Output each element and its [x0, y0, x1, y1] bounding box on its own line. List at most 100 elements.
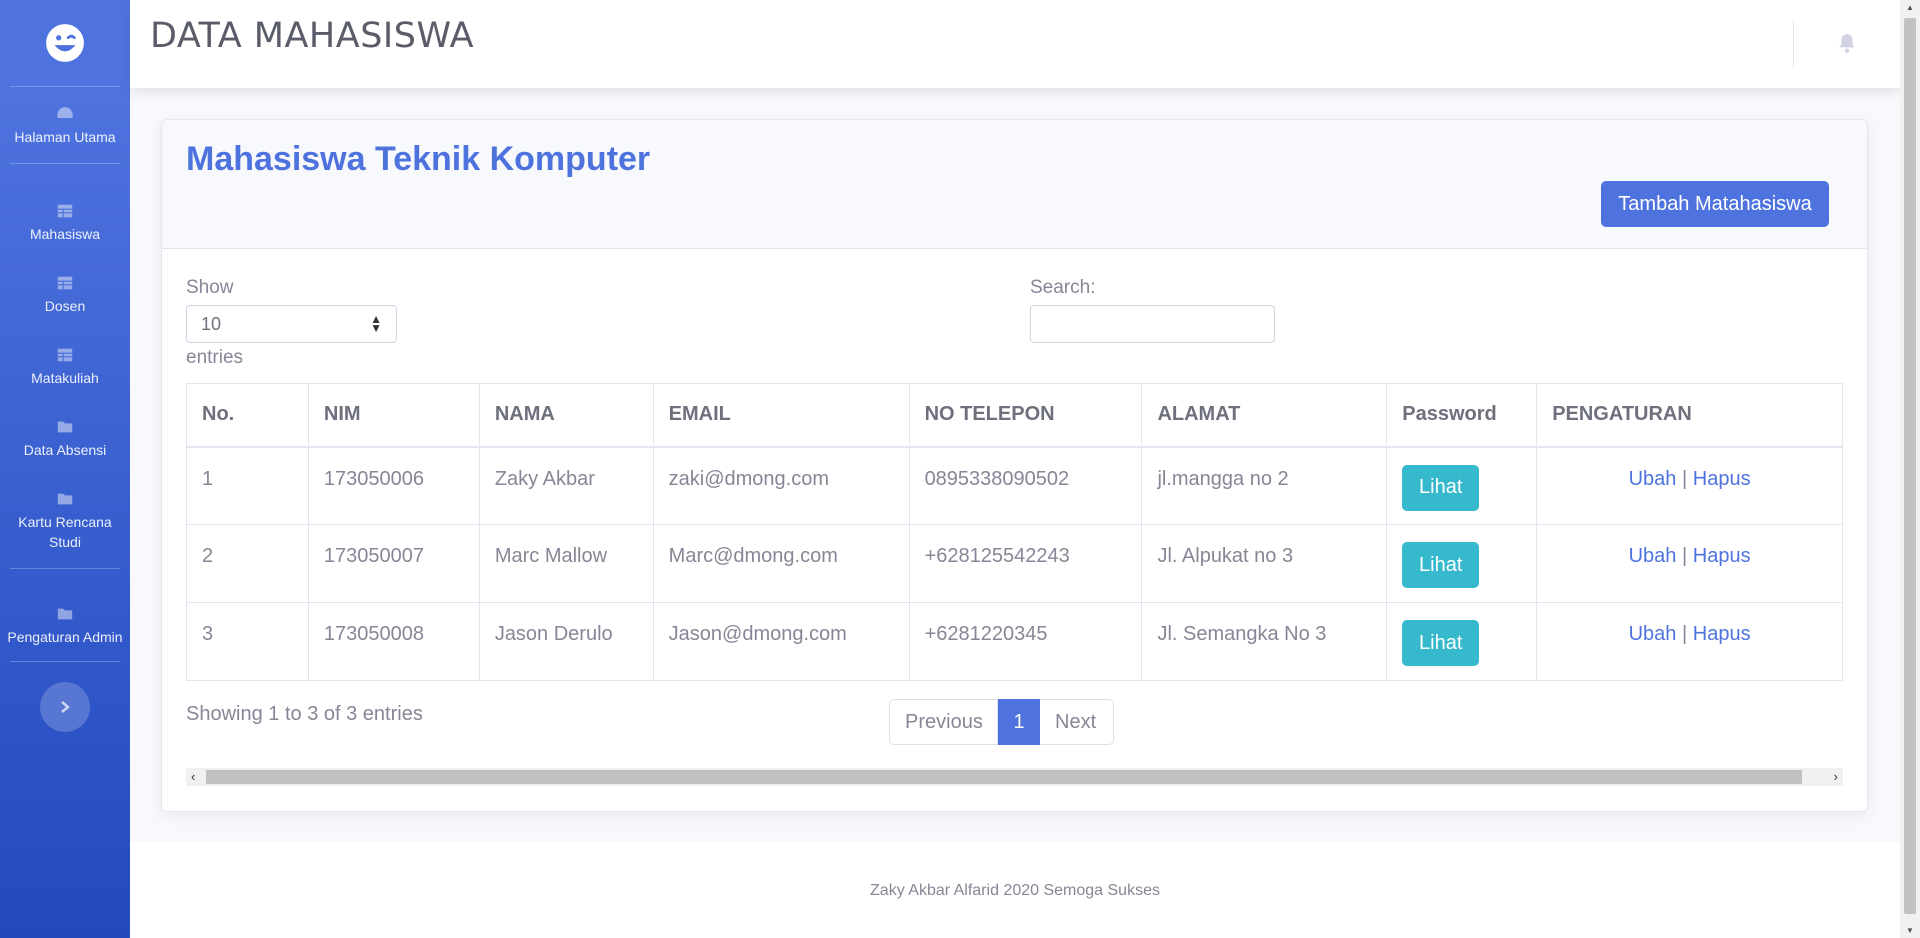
- link-separator: |: [1681, 545, 1688, 567]
- sidebar-item-halaman-utama[interactable]: Halaman Utama: [0, 87, 130, 163]
- card-header: Mahasiswa Teknik Komputer Tambah Matahas…: [162, 120, 1867, 249]
- cell-nama: Marc Mallow: [478, 524, 654, 603]
- table-icon: [57, 348, 73, 362]
- cell-nama: Zaky Akbar: [478, 446, 654, 525]
- table-icon: [57, 204, 73, 218]
- sidebar: Halaman Utama Mahasiswa Dosen Matakuliah…: [0, 0, 130, 938]
- page-button-current[interactable]: 1: [998, 699, 1040, 745]
- mahasiswa-table: No. NIM NAMA EMAIL NO TELEPON ALAMAT Pas…: [186, 383, 1843, 681]
- column-header-pengaturan[interactable]: PENGATURAN: [1536, 383, 1843, 448]
- cell-telepon: +628125542243: [908, 524, 1143, 603]
- hapus-link[interactable]: Hapus: [1693, 545, 1751, 567]
- bell-icon[interactable]: [1836, 32, 1858, 54]
- topbar: DATA MAHASISWA: [130, 0, 1900, 88]
- ubah-link[interactable]: Ubah: [1629, 468, 1677, 490]
- vertical-scrollbar-thumb[interactable]: [1904, 18, 1916, 914]
- topbar-divider: [1793, 20, 1794, 68]
- page-title: DATA MAHASISWA: [150, 16, 475, 56]
- cell-no: 2: [186, 524, 309, 603]
- next-page-button[interactable]: Next: [1040, 699, 1114, 745]
- horizontal-scrollbar[interactable]: ‹ ›: [186, 768, 1843, 786]
- sidebar-item-kartu-rencana-studi[interactable]: Kartu Rencana Studi: [0, 478, 130, 568]
- table-icon: [57, 276, 73, 290]
- ubah-link[interactable]: Ubah: [1629, 623, 1677, 645]
- add-mahasiswa-button[interactable]: Tambah Matahasiswa: [1601, 181, 1829, 227]
- horizontal-scrollbar-thumb[interactable]: [206, 770, 1802, 784]
- column-header-nim[interactable]: NIM: [307, 383, 480, 448]
- search-label: Search:: [1030, 277, 1096, 298]
- hapus-link[interactable]: Hapus: [1693, 623, 1751, 645]
- folder-icon: [57, 608, 73, 620]
- card-title: Mahasiswa Teknik Komputer: [186, 140, 651, 178]
- table-row: 1 173050006 Zaky Akbar zaki@dmong.com 08…: [186, 446, 1843, 525]
- brand-logo[interactable]: [0, 0, 130, 86]
- cell-pengaturan: Ubah | Hapus: [1536, 446, 1843, 525]
- cell-password: Lihat: [1386, 602, 1538, 681]
- laugh-wink-icon: [46, 24, 84, 62]
- folder-icon: [57, 493, 73, 505]
- cell-email: zaki@dmong.com: [652, 446, 910, 525]
- previous-page-button[interactable]: Previous: [889, 699, 998, 745]
- chevron-right-icon: [61, 701, 70, 713]
- sidebar-item-label: Data Absensi: [23, 442, 107, 458]
- scroll-up-icon[interactable]: ▲: [1906, 3, 1914, 12]
- cell-pengaturan: Ubah | Hapus: [1536, 602, 1843, 681]
- entries-select[interactable]: 10 ▲ ▼: [186, 305, 397, 343]
- scroll-down-icon[interactable]: ▼: [1906, 926, 1914, 935]
- cell-no: 3: [186, 602, 309, 681]
- cell-telepon: +6281220345: [908, 602, 1143, 681]
- cell-alamat: jl.mangga no 2: [1141, 446, 1388, 525]
- search-input[interactable]: [1030, 305, 1275, 343]
- sidebar-item-dosen[interactable]: Dosen: [0, 262, 130, 328]
- footer: Zaky Akbar Alfarid 2020 Semoga Sukses: [130, 842, 1900, 938]
- cell-no: 1: [186, 446, 309, 525]
- column-header-no[interactable]: No.: [186, 383, 309, 448]
- cell-password: Lihat: [1386, 524, 1538, 603]
- sidebar-divider: [10, 661, 120, 662]
- cell-nama: Jason Derulo: [478, 602, 654, 681]
- entries-label: entries: [186, 347, 244, 368]
- lihat-password-button[interactable]: Lihat: [1402, 542, 1480, 588]
- mahasiswa-card: Mahasiswa Teknik Komputer Tambah Matahas…: [161, 119, 1868, 812]
- column-header-nama[interactable]: NAMA: [478, 383, 654, 448]
- cell-email: Marc@dmong.com: [652, 524, 910, 603]
- table-header-row: No. NIM NAMA EMAIL NO TELEPON ALAMAT Pas…: [186, 383, 1843, 448]
- cell-password: Lihat: [1386, 446, 1538, 525]
- cell-alamat: Jl. Alpukat no 3: [1141, 524, 1388, 603]
- vertical-scrollbar[interactable]: ▲ ▼: [1900, 0, 1920, 938]
- lihat-password-button[interactable]: Lihat: [1402, 464, 1480, 511]
- lihat-password-button[interactable]: Lihat: [1402, 620, 1480, 666]
- show-label: Show: [186, 277, 234, 298]
- sidebar-item-data-absensi[interactable]: Data Absensi: [0, 406, 130, 472]
- folder-icon: [57, 421, 73, 433]
- cell-pengaturan: Ubah | Hapus: [1536, 524, 1843, 603]
- pagination: Previous 1 Next: [889, 699, 1114, 745]
- column-header-telepon[interactable]: NO TELEPON: [908, 383, 1143, 448]
- column-header-alamat[interactable]: ALAMAT: [1141, 383, 1388, 448]
- column-header-email[interactable]: EMAIL: [652, 383, 910, 448]
- sidebar-divider: [10, 568, 120, 569]
- sidebar-item-label: Matakuliah: [31, 370, 99, 386]
- sidebar-item-label: Dosen: [44, 298, 86, 314]
- cell-nim: 173050007: [307, 524, 480, 603]
- ubah-link[interactable]: Ubah: [1629, 545, 1677, 567]
- entries-select-value: 10: [201, 314, 222, 334]
- sidebar-item-pengaturan-admin[interactable]: Pengaturan Admin: [0, 593, 130, 661]
- table-row: 3 173050008 Jason Derulo Jason@dmong.com…: [186, 602, 1843, 681]
- link-separator: |: [1681, 467, 1688, 490]
- sidebar-toggle-button[interactable]: [40, 682, 90, 732]
- sidebar-item-matakuliah[interactable]: Matakuliah: [0, 334, 130, 400]
- column-header-password[interactable]: Password: [1386, 383, 1538, 448]
- footer-text: Zaky Akbar Alfarid 2020 Semoga Sukses: [870, 882, 1160, 899]
- scroll-right-icon[interactable]: ›: [1834, 768, 1838, 786]
- hapus-link[interactable]: Hapus: [1693, 468, 1751, 490]
- cell-telepon: 0895338090502: [908, 446, 1143, 525]
- cell-nim: 173050006: [307, 446, 480, 525]
- link-separator: |: [1681, 623, 1688, 645]
- table-info: Showing 1 to 3 of 3 entries: [186, 703, 423, 725]
- sidebar-divider: [10, 163, 120, 164]
- scroll-left-icon[interactable]: ‹: [191, 768, 195, 786]
- sidebar-item-mahasiswa[interactable]: Mahasiswa: [0, 190, 130, 256]
- cell-nim: 173050008: [307, 602, 480, 681]
- sidebar-item-label: Halaman Utama: [14, 129, 116, 145]
